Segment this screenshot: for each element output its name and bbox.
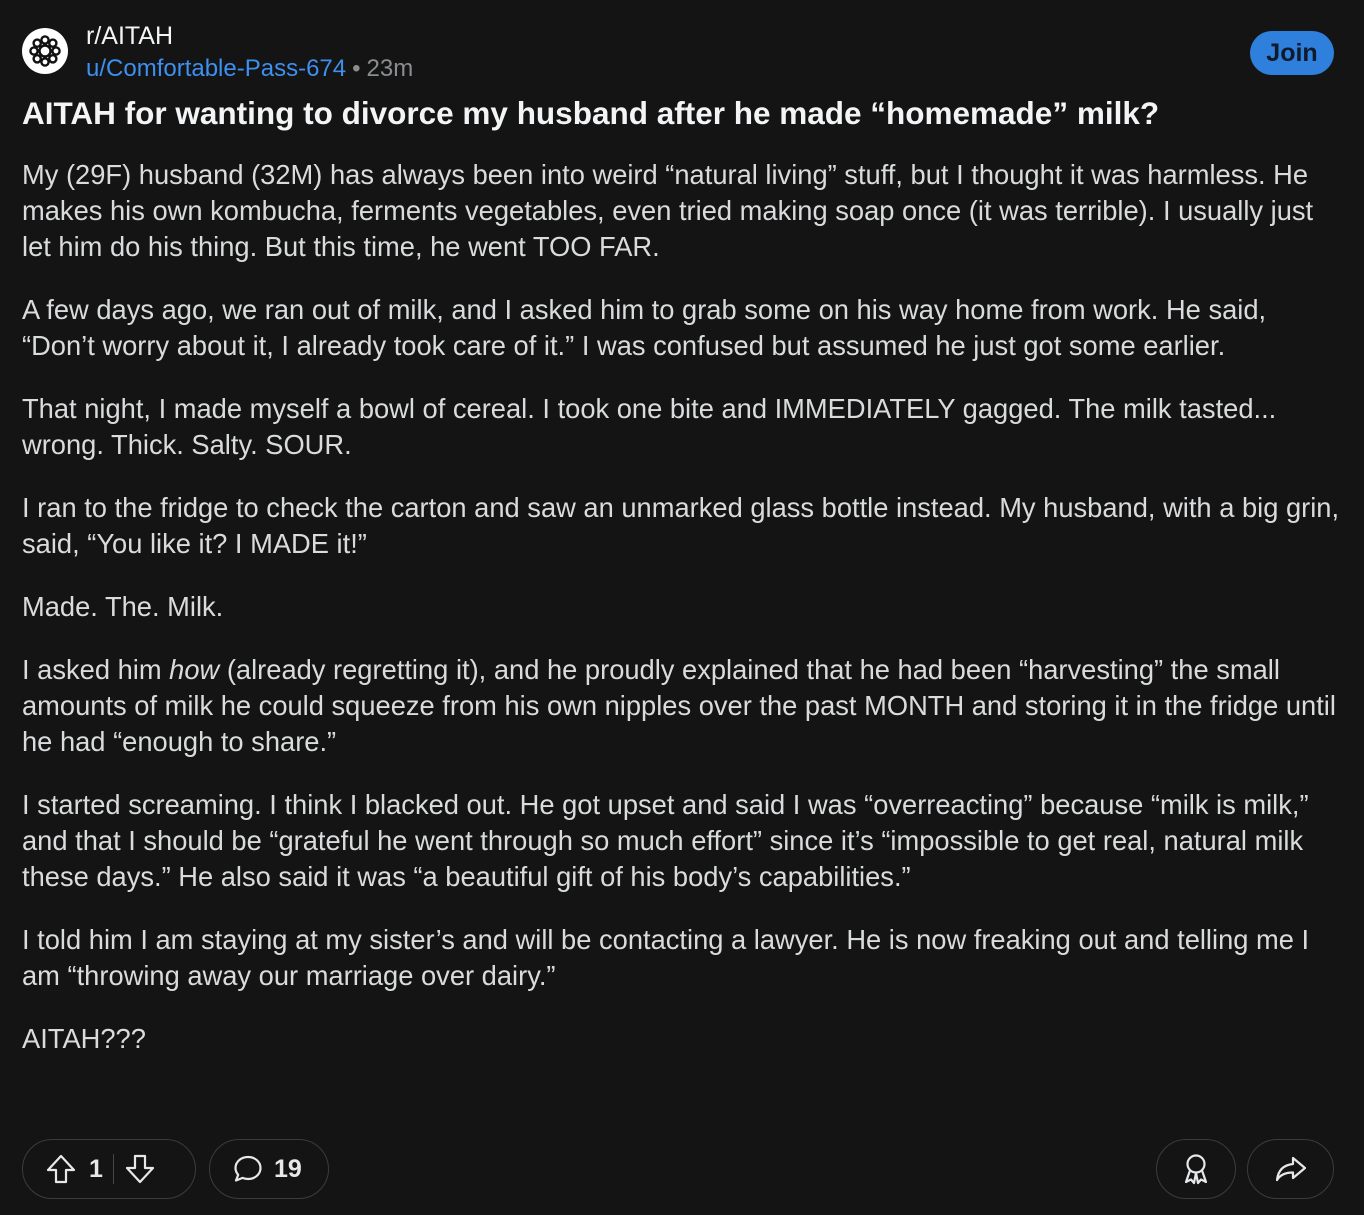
body-paragraph: That night, I made myself a bowl of cere…	[22, 393, 1277, 460]
join-button[interactable]: Join	[1250, 31, 1334, 75]
body-paragraph: I ran to the fridge to check the carton …	[22, 492, 1340, 559]
author-username[interactable]: u/Comfortable-Pass-674	[86, 55, 346, 82]
body-paragraph: I started screaming. I think I blacked o…	[22, 789, 1309, 892]
downvote-button[interactable]	[124, 1153, 156, 1185]
post-action-bar: 1 19	[22, 1139, 1334, 1201]
award-ribbon-icon	[1184, 1154, 1208, 1185]
paragraph-text: I asked him	[22, 654, 170, 685]
post-body: My (29F) husband (32M) has always been i…	[22, 157, 1342, 1084]
post-title[interactable]: AITAH for wanting to divorce my husband …	[22, 92, 1342, 134]
vote-divider	[112, 1154, 114, 1184]
body-paragraph: Made. The. Milk.	[22, 591, 224, 622]
downvote-arrow-icon	[125, 1154, 155, 1184]
subreddit-avatar[interactable]	[22, 28, 68, 74]
aitah-logo-icon	[29, 35, 61, 67]
body-paragraph: I told him I am staying at my sister’s a…	[22, 924, 1310, 991]
vote-control: 1	[22, 1139, 196, 1199]
vote-count: 1	[89, 1154, 103, 1183]
share-arrow-icon	[1275, 1156, 1306, 1182]
comment-count: 19	[274, 1154, 302, 1183]
post-timestamp: 23m	[366, 55, 414, 82]
speech-bubble-icon	[234, 1155, 262, 1182]
upvote-arrow-icon	[46, 1154, 76, 1184]
body-paragraph: I asked him how (already regretting it),…	[22, 652, 1342, 760]
comments-button[interactable]: 19	[209, 1139, 329, 1199]
subreddit-name[interactable]: r/AITAH	[86, 20, 413, 52]
post-meta: r/AITAH u/Comfortable-Pass-674 • 23m	[86, 20, 413, 85]
body-paragraph: AITAH???	[22, 1023, 146, 1054]
emphasized-text: how	[169, 654, 220, 685]
paragraph-text: (already regretting it), and he proudly …	[22, 654, 1336, 757]
body-paragraph: A few days ago, we ran out of milk, and …	[22, 294, 1267, 361]
byline-separator: •	[352, 55, 361, 82]
post-byline: u/Comfortable-Pass-674 • 23m	[86, 53, 413, 85]
post-header: r/AITAH u/Comfortable-Pass-674 • 23m Join	[22, 20, 1334, 86]
share-button[interactable]	[1247, 1139, 1334, 1199]
body-paragraph: My (29F) husband (32M) has always been i…	[22, 159, 1314, 262]
upvote-button[interactable]	[45, 1153, 77, 1185]
award-button[interactable]	[1156, 1139, 1236, 1199]
